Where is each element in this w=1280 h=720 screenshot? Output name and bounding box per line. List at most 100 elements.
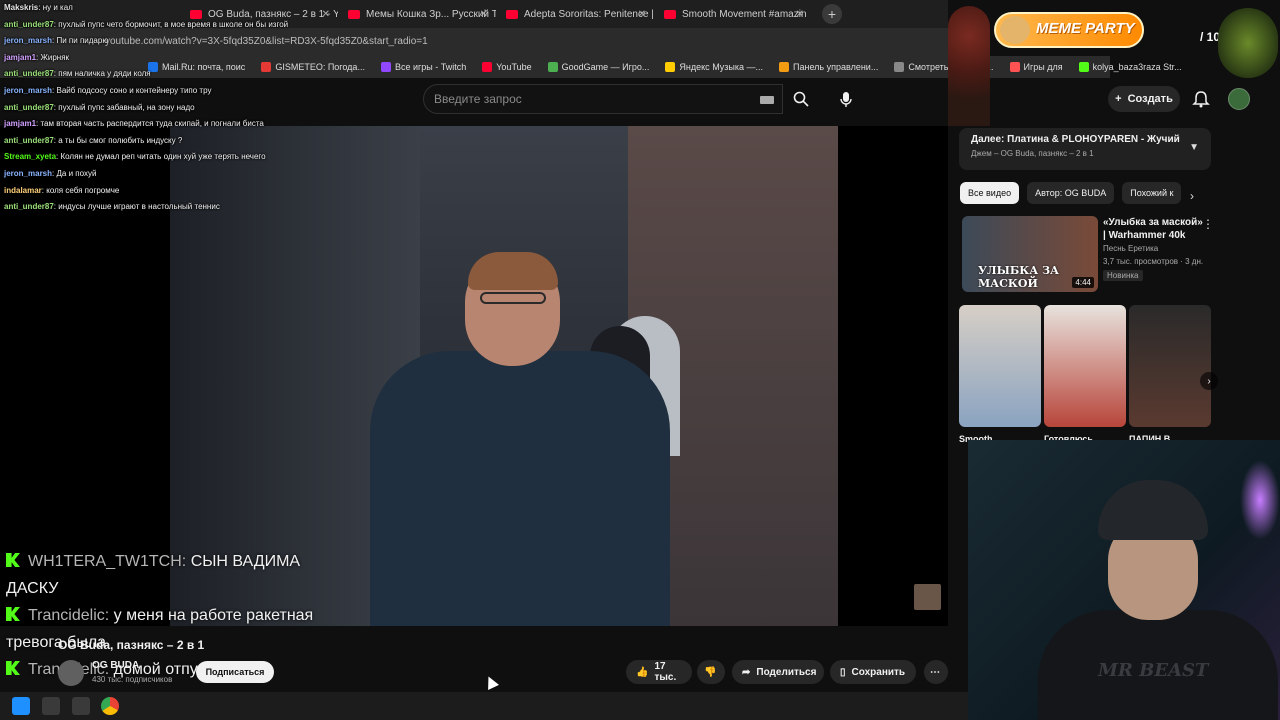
more-vertical-icon[interactable]: ⋮ — [1202, 217, 1214, 231]
create-button[interactable]: + Создать — [1108, 86, 1180, 112]
chat-message: anti_under87: пухлый пупс чето бормочит,… — [4, 19, 289, 29]
chat-message: anti_under87: пям наличка у дяди коля — [4, 69, 151, 79]
app-icon[interactable] — [42, 697, 60, 715]
new-tab-button[interactable]: + — [822, 4, 842, 24]
dislike-button[interactable]: 👎 — [697, 660, 725, 684]
chat-text: пухлый пупс забавный, на зону надо — [58, 102, 195, 112]
video-performer — [340, 252, 670, 626]
browser-tab[interactable]: Мемы Кошка Зр... Русский Тр ✕ — [338, 0, 496, 28]
up-next-title: Далее: Платина & PLOHOYPAREN - Жучий кл.… — [971, 134, 1181, 145]
short-thumbnail[interactable] — [959, 305, 1041, 427]
up-next-subtitle: Джем – OG Buda, пазнякс – 2 в 1 — [971, 149, 1094, 158]
bookmark-icon — [482, 62, 493, 72]
voice-search-button[interactable] — [832, 86, 860, 114]
channel-avatar[interactable] — [58, 660, 84, 686]
chat-message: anti_under87: а ты бы смог полюбить инду… — [4, 135, 183, 145]
youtube-icon — [348, 9, 360, 19]
video-duration: 4:44 — [1072, 277, 1094, 288]
shorts-next-button[interactable]: › — [1200, 372, 1218, 390]
save-button[interactable]: ▯ Сохранить — [830, 660, 916, 684]
account-avatar[interactable] — [1228, 88, 1250, 110]
start-icon[interactable] — [12, 697, 30, 715]
chat-message: anti_under87: пухлый пупс забавный, на з… — [4, 102, 195, 112]
chip-all[interactable]: Все видео — [960, 182, 1020, 204]
subscribe-button[interactable]: Подписаться — [196, 661, 274, 683]
video-title: OG Buda, пазнякс – 2 в 1 — [58, 638, 205, 652]
youtube-icon — [506, 9, 518, 19]
chat-text: Вайб подсосу соно и контейнеру типо тру — [56, 85, 212, 95]
kick-icon — [6, 661, 20, 675]
close-icon[interactable]: ✕ — [796, 9, 804, 20]
chat-message: Makskris: ну и кал — [4, 3, 73, 12]
chat-message: Stream_xyeta: Колян не думал реп читать … — [4, 152, 266, 162]
youtube-icon — [664, 9, 676, 19]
chip-similar[interactable]: Похожий к — [1122, 182, 1182, 204]
search-input[interactable]: Введите запрос — [423, 84, 783, 114]
recommended-video-thumbnail[interactable]: УЛЫБКА ЗА МАСКОЙ 4:44 — [962, 216, 1098, 292]
chat-username: indalamar — [4, 185, 42, 195]
chat-message: anti_under87: индусы лучше играют в наст… — [4, 202, 220, 212]
more-actions-button[interactable]: ⋯ — [924, 660, 948, 684]
channel-name[interactable]: OG BUDA — [92, 660, 139, 671]
stream-chat-overlay: Makskris: ну и кал anti_under87: пухлый п… — [4, 0, 334, 216]
recommended-meta: 3,7 тыс. просмотров · 3 дн. — [1103, 257, 1204, 266]
plus-icon: + — [1115, 93, 1122, 105]
chat-text: индусы лучше играют в настольный теннис — [58, 202, 220, 212]
bookmark-icon — [665, 62, 676, 72]
more-horizontal-icon: ⋯ — [930, 666, 940, 678]
thumbs-up-icon: 👍 — [636, 666, 649, 678]
miniplayer-thumbnail[interactable] — [914, 584, 941, 610]
chat-message: indalamar: коля себя погромче — [4, 185, 120, 195]
doge-icon — [1000, 16, 1030, 44]
chip-author[interactable]: Автор: OG BUDA — [1027, 182, 1115, 204]
chevron-down-icon[interactable]: ▼ — [1189, 142, 1199, 153]
filter-chips: Все видео Автор: OG BUDA Похожий к — [960, 182, 1182, 204]
chrome-icon[interactable] — [101, 697, 119, 715]
bookmark-icon — [779, 62, 790, 72]
chat-username: anti_under87 — [4, 202, 54, 212]
chat-text: там вторая часть распердится туда скипай… — [40, 119, 264, 129]
shirt-print: MR BEAST — [1098, 660, 1209, 681]
app-icon[interactable] — [72, 697, 90, 715]
close-icon[interactable]: ✕ — [638, 9, 646, 20]
chat-message: jamjam1: там вторая часть распердится ту… — [4, 119, 264, 129]
chat-message: jeron_marsh: Пи пи пидарю — [4, 36, 109, 46]
browser-tab[interactable]: Adepta Sororitas: Penitence | Ep✕ — [496, 0, 654, 28]
bookmark-icon — [380, 62, 391, 72]
chat-username: Stream_xyeta — [4, 152, 57, 162]
bookmark-item[interactable]: Панель управлени... — [779, 62, 878, 72]
bookmark-item[interactable]: Яндекс Музыка —... — [665, 62, 763, 72]
search-icon — [793, 91, 809, 107]
chevron-right-icon[interactable]: › — [1190, 189, 1194, 203]
chat-username: jeron_marsh — [4, 85, 53, 95]
recommended-video-title[interactable]: «Улыбка за маской» | Warhammer 40k — [1103, 216, 1203, 242]
chat-text: Колян не думал реп читать один хуй уже т… — [60, 152, 266, 162]
bookmark-item[interactable]: GoodGame — Игро... — [547, 62, 649, 72]
browser-tab[interactable]: Smooth Movement #amazin ✕ — [654, 0, 812, 28]
chat-message: WH1TERA_TW1TCH: СЫН ВАДИМА ДАСКУ — [6, 553, 301, 597]
up-next-panel[interactable]: Далее: Платина & PLOHOYPAREN - Жучий кл.… — [959, 128, 1211, 170]
seal-emblem — [948, 6, 990, 126]
notifications-bell-icon[interactable] — [1192, 90, 1210, 108]
like-button[interactable]: 👍 17 тыс. — [626, 660, 692, 684]
bookmark-icon — [894, 62, 905, 72]
search-button[interactable] — [783, 84, 819, 114]
bookmark-item[interactable]: YouTube — [482, 62, 532, 72]
bookmark-item[interactable]: Все игры - Twitch — [380, 62, 466, 72]
chat-text: ну и кал — [42, 3, 73, 12]
chat-text: пухлый пупс чето бормочит, в мое время в… — [58, 19, 289, 29]
meme-party-banner: MEME PARTY — [994, 12, 1144, 48]
share-button[interactable]: ➦ Поделиться — [732, 660, 824, 684]
chat-message: jeron_marsh: Да и похуй — [4, 168, 97, 178]
recommended-channel[interactable]: Песнь Еретика — [1103, 244, 1211, 253]
short-thumbnail[interactable] — [1129, 305, 1211, 427]
short-thumbnail[interactable] — [1044, 305, 1126, 427]
chat-username: Makskris — [4, 3, 39, 12]
chat-username: jamjam1 — [4, 52, 37, 62]
share-icon: ➦ — [742, 666, 751, 678]
chat-username: jeron_marsh — [4, 168, 53, 178]
chat-message: jeron_marsh: Вайб подсосу соно и контейн… — [4, 85, 212, 95]
keyboard-icon[interactable] — [760, 96, 774, 104]
skull-emblem — [1218, 8, 1278, 78]
close-icon[interactable]: ✕ — [480, 9, 488, 20]
